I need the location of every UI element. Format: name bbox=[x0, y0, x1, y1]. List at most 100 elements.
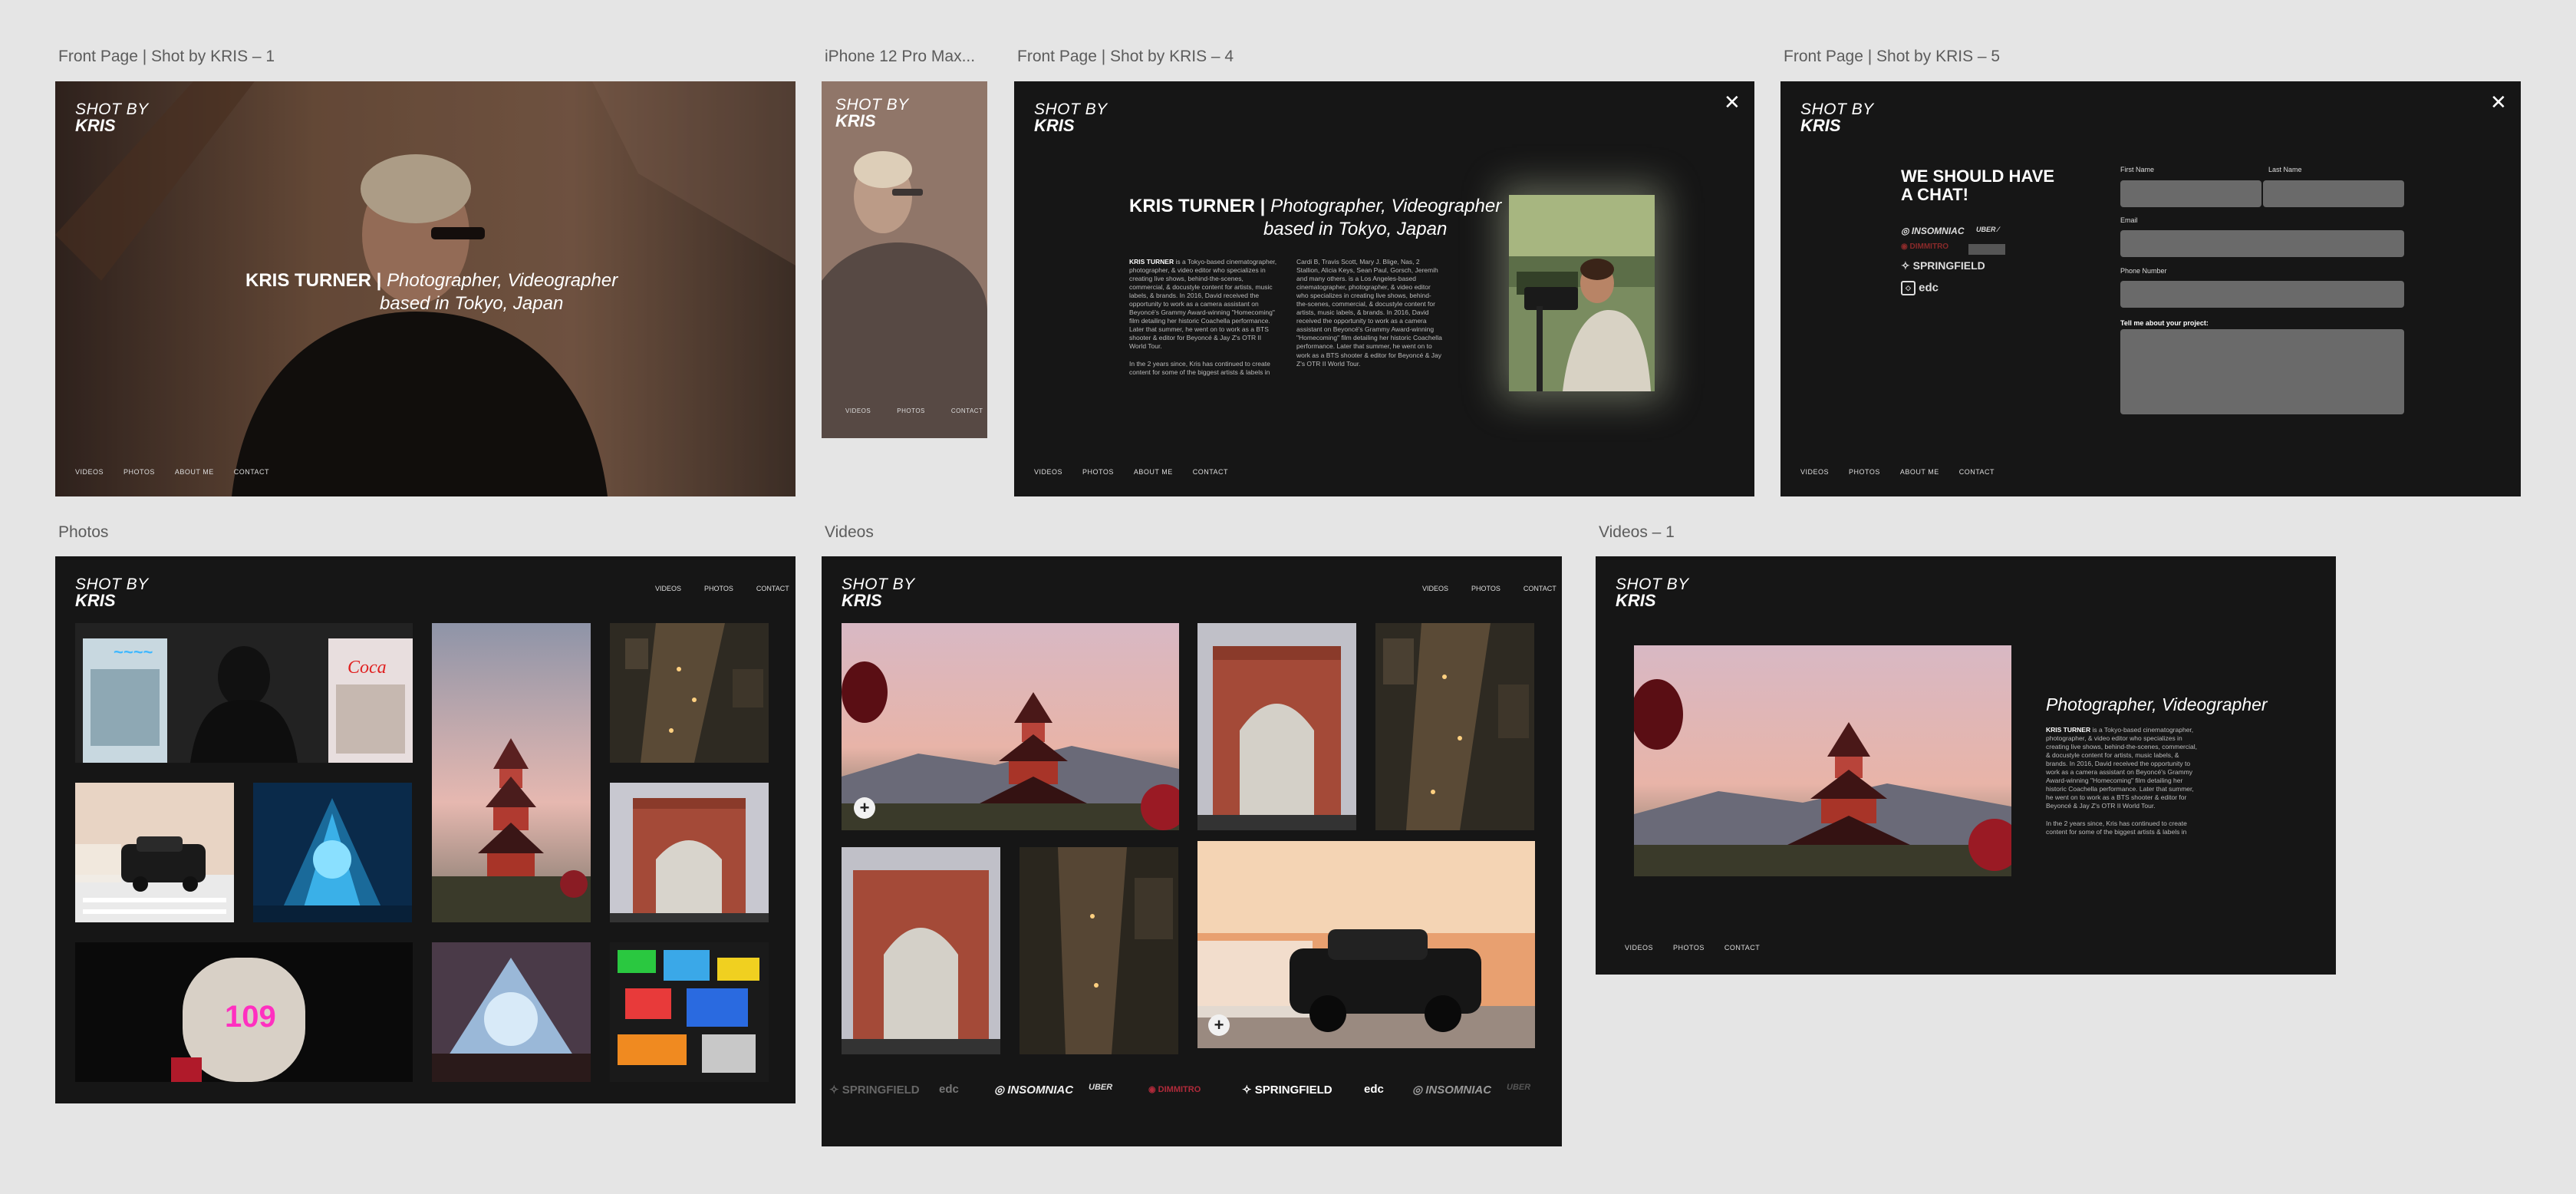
fp4-hero-name: KRIS TURNER | bbox=[1129, 196, 1266, 216]
logo-line1: SHOT BY bbox=[75, 101, 149, 118]
iphone-nav-videos[interactable]: VIDEOS bbox=[845, 407, 871, 414]
video-aerial-street[interactable] bbox=[1375, 623, 1534, 830]
strip-insomniac-2: ◎ INSOMNIAC bbox=[1412, 1084, 1492, 1097]
brand-edc: ◇ edc bbox=[1901, 281, 1939, 295]
svg-text:109: 109 bbox=[225, 1000, 276, 1034]
photo-109-building[interactable]: 109 bbox=[75, 942, 413, 1082]
fp5-close-icon[interactable]: ✕ bbox=[2490, 92, 2507, 112]
iphone-nav-contact[interactable]: CONTACT bbox=[951, 407, 983, 414]
video-arch-tall[interactable] bbox=[1197, 623, 1356, 830]
frame-videos: SHOT BY KRIS VIDEOS PHOTOS CONTACT + + ✧… bbox=[822, 556, 1562, 1146]
hero-name: KRIS TURNER | bbox=[245, 270, 382, 291]
fp4-bio-col1: KRIS TURNER is a Tokyo-based cinematogra… bbox=[1129, 258, 1279, 377]
contact-heading-line1: WE SHOULD HAVE bbox=[1901, 167, 2055, 186]
contact-heading: WE SHOULD HAVE A CHAT! bbox=[1901, 167, 2054, 204]
photos-logo-line1: SHOT BY bbox=[75, 576, 149, 593]
strip-insomniac-1: ◎ INSOMNIAC bbox=[994, 1084, 1074, 1097]
fp4-nav-videos[interactable]: VIDEOS bbox=[1034, 468, 1062, 476]
videos1-nav-videos[interactable]: VIDEOS bbox=[1625, 944, 1653, 952]
nav-photos[interactable]: PHOTOS bbox=[124, 468, 155, 476]
photo-vending-machines[interactable]: ~~~~ Coca bbox=[75, 623, 413, 763]
videos1-nav-photos[interactable]: PHOTOS bbox=[1673, 944, 1705, 952]
svg-text:~~~~: ~~~~ bbox=[114, 642, 153, 661]
photo-pagoda-tall[interactable] bbox=[432, 623, 591, 922]
photo-times-square[interactable] bbox=[610, 942, 769, 1082]
videos-top-nav: VIDEOS PHOTOS CONTACT bbox=[1422, 585, 1556, 592]
plus-icon[interactable]: + bbox=[854, 797, 875, 819]
fp5-nav-videos[interactable]: VIDEOS bbox=[1800, 468, 1829, 476]
videos-nav-photos[interactable]: PHOTOS bbox=[1471, 585, 1500, 592]
photo-neon-stage[interactable] bbox=[253, 783, 412, 922]
fp5-logo-line1: SHOT BY bbox=[1800, 101, 1874, 118]
fp4-nav-contact[interactable]: CONTACT bbox=[1193, 468, 1228, 476]
brand-uber-text: UBER bbox=[1976, 226, 1996, 233]
frame-photos: SHOT BY KRIS VIDEOS PHOTOS CONTACT ~~~~ … bbox=[55, 556, 796, 1103]
video-arch-small[interactable] bbox=[842, 847, 1000, 1054]
strip-uber-2: UBER bbox=[1507, 1083, 1531, 1092]
photos-nav-contact[interactable]: CONTACT bbox=[756, 585, 789, 592]
video-pagoda[interactable]: + bbox=[842, 623, 1179, 830]
frame-label-videos: Videos bbox=[825, 523, 874, 541]
close-icon[interactable]: ✕ bbox=[1724, 92, 1741, 112]
photos-logo[interactable]: SHOT BY KRIS bbox=[75, 576, 149, 609]
frame-label-fp1: Front Page | Shot by KRIS – 1 bbox=[58, 48, 275, 65]
frame-label-fp5: Front Page | Shot by KRIS – 5 bbox=[1784, 48, 2001, 65]
strip-insomniac-2-text: INSOMNIAC bbox=[1425, 1084, 1492, 1097]
first-name-label: First Name bbox=[2120, 166, 2155, 173]
fp5-nav-photos[interactable]: PHOTOS bbox=[1849, 468, 1880, 476]
phone-field[interactable] bbox=[2120, 281, 2404, 308]
brand-gray-box bbox=[1968, 244, 2005, 255]
nav-videos[interactable]: VIDEOS bbox=[75, 468, 104, 476]
nav-about[interactable]: ABOUT ME bbox=[175, 468, 214, 476]
logo[interactable]: SHOT BY KRIS bbox=[75, 101, 149, 134]
logo-line2: KRIS bbox=[75, 116, 116, 135]
phone-label: Phone Number bbox=[2120, 267, 2167, 275]
frame-front-page-1: SHOT BY KRIS KRIS TURNER | Photographer,… bbox=[55, 81, 796, 496]
photos-logo-line2: KRIS bbox=[75, 591, 116, 610]
videos-nav-videos[interactable]: VIDEOS bbox=[1422, 585, 1448, 592]
email-field[interactable] bbox=[2120, 230, 2404, 257]
video-taxi[interactable]: + bbox=[1197, 841, 1535, 1048]
iphone-nav-photos[interactable]: PHOTOS bbox=[897, 407, 925, 414]
photo-taxi-small[interactable] bbox=[75, 783, 234, 922]
videos-logo[interactable]: SHOT BY KRIS bbox=[842, 576, 915, 609]
videos1-logo[interactable]: SHOT BY KRIS bbox=[1616, 576, 1689, 609]
videos1-bio-p1: is a Tokyo-based cinematographer, photog… bbox=[2046, 726, 2198, 810]
fp5-nav-contact[interactable]: CONTACT bbox=[1959, 468, 1995, 476]
strip-springfield-2-text: SPRINGFIELD bbox=[1254, 1084, 1332, 1097]
brand-springfield: ✧ SPRINGFIELD bbox=[1901, 259, 1985, 272]
fp4-footer-nav: VIDEOS PHOTOS ABOUT ME CONTACT bbox=[1034, 468, 1228, 476]
photos-nav-videos[interactable]: VIDEOS bbox=[655, 585, 681, 592]
video-aerial-street-2[interactable] bbox=[1020, 847, 1178, 1054]
first-name-field[interactable] bbox=[2120, 180, 2261, 207]
taxi-plus-icon[interactable]: + bbox=[1208, 1014, 1230, 1036]
strip-edc-1: edc bbox=[939, 1083, 959, 1096]
fp4-logo[interactable]: SHOT BY KRIS bbox=[1034, 101, 1108, 134]
iphone-logo[interactable]: SHOT BY KRIS bbox=[835, 97, 909, 130]
videos1-pagoda[interactable] bbox=[1634, 645, 2011, 876]
videos1-bio-p2: In the 2 years since, Kris has continued… bbox=[2046, 819, 2187, 836]
strip-springfield-1: ✧ SPRINGFIELD bbox=[829, 1084, 920, 1097]
brand-insomniac: ◎ INSOMNIAC bbox=[1901, 226, 1965, 236]
hero-line2: based in Tokyo, Japan bbox=[380, 293, 564, 314]
photo-concert[interactable] bbox=[432, 942, 591, 1082]
fp5-logo[interactable]: SHOT BY KRIS bbox=[1800, 101, 1874, 134]
nav-contact[interactable]: CONTACT bbox=[234, 468, 269, 476]
fp4-nav-photos[interactable]: PHOTOS bbox=[1082, 468, 1114, 476]
photo-arch[interactable] bbox=[610, 783, 769, 922]
fp5-nav-about[interactable]: ABOUT ME bbox=[1900, 468, 1939, 476]
contact-heading-line2: A CHAT! bbox=[1901, 185, 1968, 205]
brand-edc-text: edc bbox=[1919, 281, 1939, 295]
videos-nav-contact[interactable]: CONTACT bbox=[1524, 585, 1556, 592]
videos1-nav-contact[interactable]: CONTACT bbox=[1724, 944, 1760, 952]
fp5-footer-nav: VIDEOS PHOTOS ABOUT ME CONTACT bbox=[1800, 468, 1995, 476]
photos-nav-photos[interactable]: PHOTOS bbox=[704, 585, 733, 592]
videos1-footer-nav: VIDEOS PHOTOS CONTACT bbox=[1625, 944, 1760, 952]
fp4-hero-line1: Photographer, Videographer bbox=[1270, 196, 1502, 216]
strip-springfield-1-text: SPRINGFIELD bbox=[842, 1084, 920, 1097]
fp4-nav-about[interactable]: ABOUT ME bbox=[1134, 468, 1173, 476]
last-name-field[interactable] bbox=[2263, 180, 2404, 207]
fp4-logo-line2: KRIS bbox=[1034, 116, 1075, 135]
project-textarea[interactable] bbox=[2120, 329, 2404, 414]
photo-aerial-street[interactable] bbox=[610, 623, 769, 763]
